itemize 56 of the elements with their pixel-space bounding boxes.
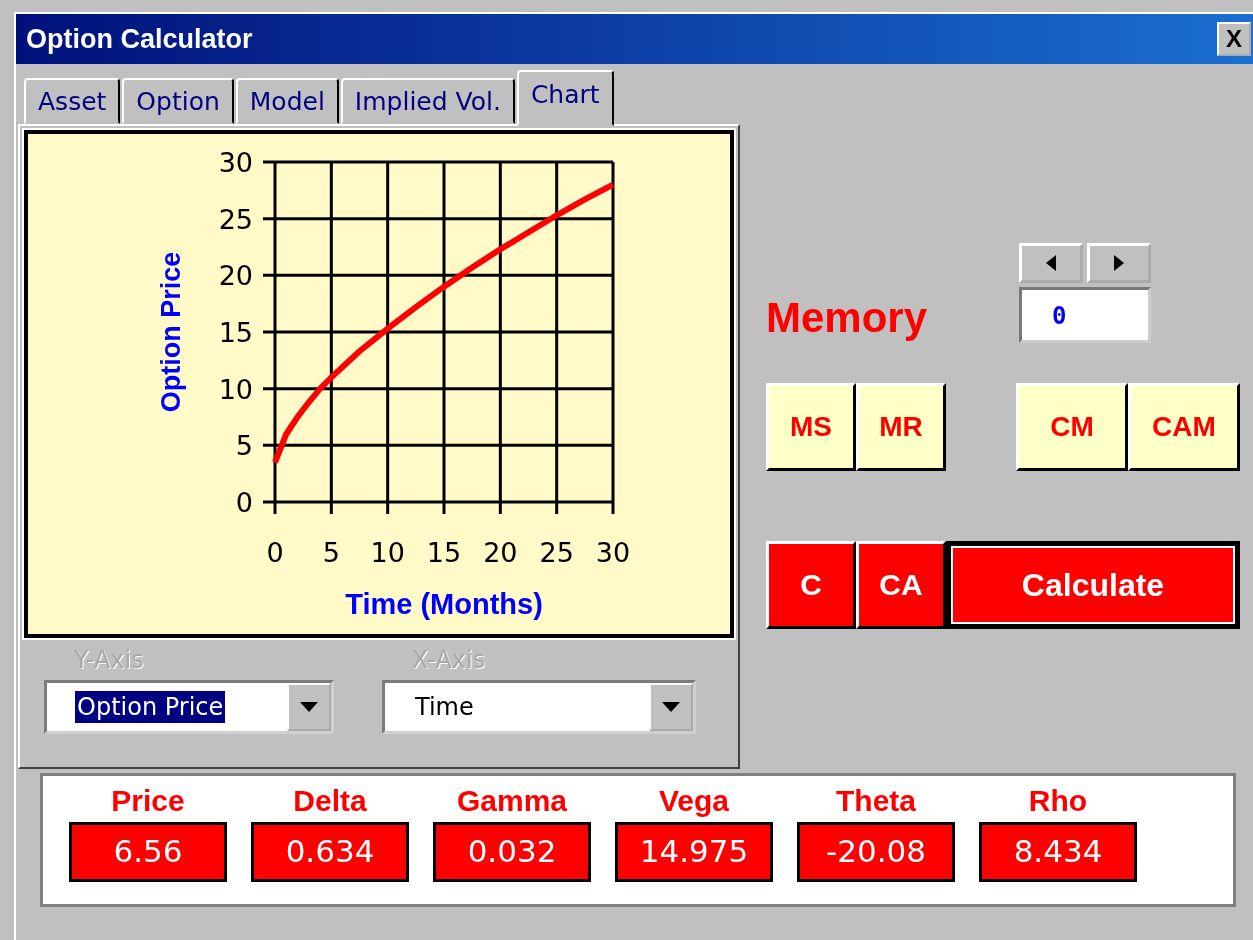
result-value: 0.634: [251, 822, 409, 882]
axis-label: X-Axis: [411, 646, 487, 674]
calculate-button[interactable]: Calculate: [946, 541, 1240, 629]
clear-all-button[interactable]: CA: [856, 541, 946, 629]
result-value: 8.434: [979, 822, 1137, 882]
result-value: -20.08: [797, 822, 955, 882]
dropdown-arrow-icon: [662, 702, 680, 712]
result-value: 6.56: [69, 822, 227, 882]
x-tick-label: 30: [595, 537, 631, 568]
y-tick-label: 20: [218, 260, 253, 292]
axis-dropdown[interactable]: Option Price: [44, 680, 334, 734]
clear-all-memory-button[interactable]: CAM: [1128, 383, 1240, 471]
next-button[interactable]: [1087, 243, 1151, 283]
window-title: Option Calculator: [26, 23, 253, 55]
result-label: Theta: [836, 784, 916, 818]
x-tick-label: 20: [483, 537, 518, 568]
right-triangle-icon: [1113, 255, 1125, 271]
tab[interactable]: Chart: [516, 70, 614, 126]
y-tick-label: 25: [218, 203, 253, 235]
left-triangle-icon: [1045, 255, 1057, 271]
y-tick-label: 5: [235, 430, 253, 462]
tab[interactable]: Implied Vol.: [340, 78, 515, 124]
tab[interactable]: Asset: [24, 78, 121, 124]
x-tick-label: 10: [370, 537, 405, 568]
x-tick-label: 15: [426, 537, 462, 568]
result-label: Gamma: [456, 784, 568, 818]
previous-button[interactable]: [1019, 243, 1083, 283]
result-label: Vega: [658, 784, 730, 818]
y-tick-label: 30: [218, 147, 253, 178]
y-tick-label: 10: [218, 373, 253, 405]
x-axis-title: Time (Months): [345, 588, 543, 620]
result-value: 0.032: [433, 822, 591, 882]
x-tick-label: 0: [266, 537, 284, 568]
x-tick-label: 5: [322, 537, 340, 568]
y-tick-label: 15: [218, 317, 253, 348]
close-button[interactable]: X: [1217, 22, 1251, 56]
clear-memory-button[interactable]: CM: [1016, 383, 1128, 471]
axis-label: Y-Axis: [73, 646, 145, 674]
memory-recall-button[interactable]: MR: [856, 383, 946, 471]
memory-slot-field[interactable]: 0: [1019, 287, 1151, 343]
dropdown-arrow-icon: [300, 702, 318, 712]
result-label: Price: [111, 784, 185, 818]
result-value: 14.975: [615, 822, 773, 882]
clear-button[interactable]: C: [766, 541, 856, 629]
result-label: Delta: [293, 784, 367, 818]
memory-store-button[interactable]: MS: [766, 383, 856, 471]
tab[interactable]: Option: [122, 78, 234, 124]
dropdown-value: Time: [414, 692, 475, 723]
x-tick-label: 25: [539, 537, 574, 568]
memory-label: Memory: [766, 294, 928, 342]
y-axis-title: Option Price: [156, 251, 186, 413]
dropdown-value: Option Price: [75, 691, 226, 723]
y-tick-label: 0: [235, 487, 253, 518]
result-label: Rho: [1028, 784, 1088, 818]
axis-dropdown[interactable]: Time: [382, 680, 696, 734]
tab[interactable]: Model: [235, 78, 339, 124]
